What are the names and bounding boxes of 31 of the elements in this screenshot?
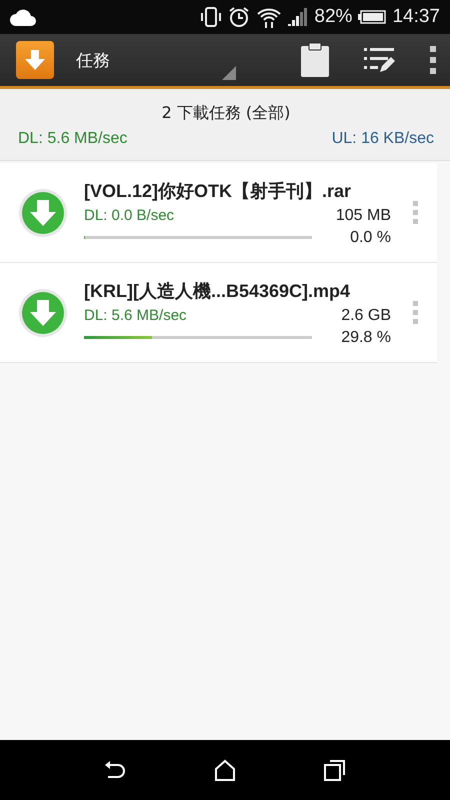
file-size: 2.6 GB	[341, 306, 391, 324]
dropdown-corner-icon	[222, 66, 236, 80]
battery-icon	[358, 10, 386, 24]
alarm-icon	[228, 6, 250, 28]
download-speed: DL: 5.6 MB/sec	[18, 130, 128, 148]
wifi-icon	[256, 6, 282, 28]
app-logo-icon[interactable]	[16, 41, 54, 79]
battery-percentage: 82%	[314, 6, 352, 28]
file-size: 105 MB	[336, 206, 391, 224]
clock-time: 14:37	[392, 6, 440, 28]
upload-speed: UL: 16 KB/sec	[332, 130, 434, 148]
signal-icon	[288, 8, 308, 26]
download-icon	[18, 288, 68, 338]
summary-title: 2 下載任務 (全部)	[162, 103, 290, 124]
file-name: [VOL.12]你好OTK【射手刊】.rar	[84, 180, 352, 202]
clipboard-button[interactable]	[300, 42, 330, 78]
home-button[interactable]	[214, 759, 236, 781]
vibrate-icon	[200, 7, 222, 27]
task-row[interactable]: [KRL][人造人機...B54369C].mp4 DL: 5.6 MB/sec 2.6 GB 29.8 %	[0, 263, 437, 363]
progress-percent: 0.0 %	[350, 228, 391, 246]
download-icon	[18, 188, 68, 238]
task-row[interactable]: [VOL.12]你好OTK【射手刊】.rar DL: 0.0 B/sec 105 MB 0.0 %	[0, 163, 437, 263]
edit-list-button[interactable]	[364, 46, 396, 74]
overflow-menu-button[interactable]	[430, 46, 436, 74]
toolbar-title[interactable]: 任務	[76, 48, 110, 72]
task-speed: DL: 0.0 B/sec	[84, 207, 174, 224]
back-button[interactable]	[104, 760, 126, 780]
task-speed: DL: 5.6 MB/sec	[84, 307, 187, 324]
recent-apps-button[interactable]	[324, 759, 346, 781]
file-name: [KRL][人造人機...B54369C].mp4	[84, 280, 352, 302]
progress-percent: 29.8 %	[341, 328, 391, 346]
